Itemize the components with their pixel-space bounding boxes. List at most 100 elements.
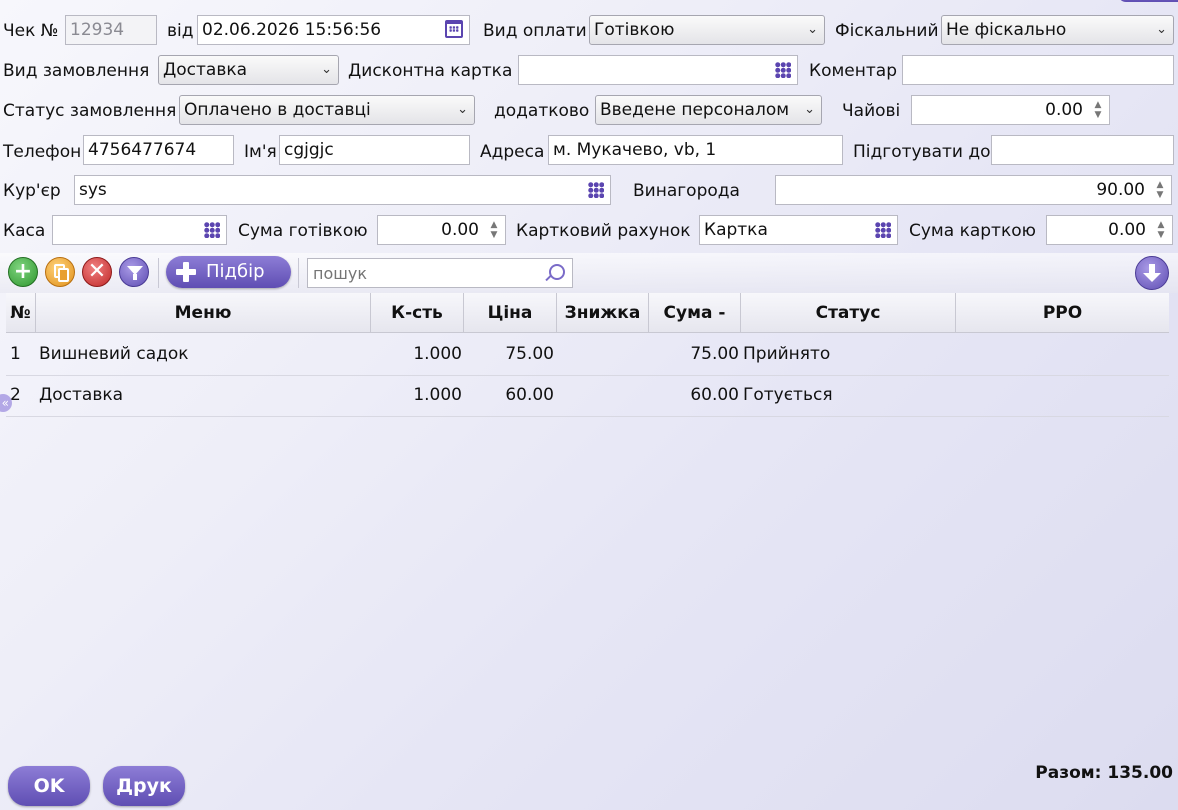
spinner-icon[interactable]: ▲ ▼ xyxy=(489,220,499,240)
address-label: Адреса xyxy=(480,142,545,162)
search-box[interactable] xyxy=(307,258,573,288)
add-icon[interactable]: + xyxy=(8,257,38,287)
grid-picker-icon[interactable] xyxy=(875,222,891,238)
cash-sum-value: 0.00 xyxy=(441,220,479,240)
cashbox-field[interactable] xyxy=(52,215,227,245)
fiscal-label: Фіскальний xyxy=(835,21,939,41)
card-account-label: Картковий рахунок xyxy=(516,221,691,241)
additional-value: Введене персоналом xyxy=(600,100,790,120)
chevron-down-icon: ⌄ xyxy=(804,102,815,117)
card-account-value: Картка xyxy=(704,220,768,240)
col-header-qty[interactable]: К-сть xyxy=(371,293,464,333)
col-header-menu[interactable]: Меню xyxy=(36,293,371,333)
additional-select[interactable]: Введене персоналом ⌄ xyxy=(595,95,822,125)
cell-menu: Доставка xyxy=(39,385,124,405)
payment-type-select[interactable]: Готівкою ⌄ xyxy=(589,15,825,45)
date-label: від xyxy=(167,21,194,41)
comment-label: Коментар xyxy=(809,61,897,81)
pick-button[interactable]: Підбір xyxy=(166,256,291,288)
date-value: 02.06.2026 15:56:56 xyxy=(202,20,382,40)
corner-button[interactable] xyxy=(1118,0,1178,2)
reward-value: 90.00 xyxy=(1096,180,1145,200)
col-header-price[interactable]: Ціна xyxy=(464,293,557,333)
chevron-down-icon: ⌄ xyxy=(1156,22,1167,37)
cell-sum: 75.00 xyxy=(690,344,739,364)
chevron-down-icon: ⌄ xyxy=(807,22,818,37)
pick-icon xyxy=(176,262,196,282)
print-button[interactable]: Друк xyxy=(103,766,185,806)
fiscal-select[interactable]: Не фіскально ⌄ xyxy=(941,15,1174,45)
cell-status: Готується xyxy=(743,385,833,405)
tips-label: Чайові xyxy=(842,101,901,121)
table-row[interactable]: 1 Вишневий садок 1.000 75.00 75.00 Прийн… xyxy=(6,334,1169,376)
spinner-icon[interactable]: ▲ ▼ xyxy=(1155,180,1165,200)
cashbox-label: Каса xyxy=(3,221,46,241)
grid-picker-icon[interactable] xyxy=(588,182,604,198)
cell-price: 60.00 xyxy=(505,385,554,405)
order-type-label: Вид замовлення xyxy=(3,61,150,81)
chevron-down-icon: ⌄ xyxy=(321,62,332,77)
grid-picker-icon[interactable] xyxy=(204,222,220,238)
order-type-select[interactable]: Доставка ⌄ xyxy=(158,55,339,85)
date-field[interactable]: 02.06.2026 15:56:56 xyxy=(197,15,470,45)
phone-label: Телефон xyxy=(3,142,82,162)
col-header-status[interactable]: Статус xyxy=(741,293,956,333)
filter-icon[interactable] xyxy=(119,257,149,287)
spinner-icon[interactable]: ▲ ▼ xyxy=(1093,100,1103,120)
col-header-rro[interactable]: РРО xyxy=(956,293,1169,333)
spinner-icon[interactable]: ▲ ▼ xyxy=(1156,220,1166,240)
prepare-by-field[interactable] xyxy=(991,135,1174,165)
order-status-select[interactable]: Оплачено в доставці ⌄ xyxy=(179,95,475,125)
delete-icon[interactable]: ✕ xyxy=(82,257,112,287)
reward-label: Винагорода xyxy=(633,181,740,201)
order-status-value: Оплачено в доставці xyxy=(184,100,371,120)
comment-field[interactable] xyxy=(902,55,1174,85)
cash-sum-field[interactable]: 0.00 ▲ ▼ xyxy=(377,215,506,245)
pick-label: Підбір xyxy=(206,261,265,282)
col-header-discount[interactable]: Знижка xyxy=(557,293,649,333)
reward-field[interactable]: 90.00 ▲ ▼ xyxy=(775,175,1172,205)
download-icon[interactable] xyxy=(1135,256,1169,290)
table-row[interactable]: 2 Доставка 1.000 60.00 60.00 Готується xyxy=(6,375,1169,417)
check-no-field[interactable]: 12934 xyxy=(65,15,157,45)
col-header-no[interactable]: № xyxy=(6,293,36,333)
card-sum-field[interactable]: 0.00 ▲ ▼ xyxy=(1046,215,1173,245)
toolbar-divider xyxy=(158,258,159,288)
cash-sum-label: Сума готівкою xyxy=(238,221,368,241)
col-header-sum[interactable]: Сума - xyxy=(649,293,741,333)
search-icon[interactable] xyxy=(545,264,565,282)
cell-no: 1 xyxy=(10,344,21,364)
name-label: Ім'я xyxy=(244,142,277,162)
prepare-by-label: Підготувати до xyxy=(853,142,991,162)
tips-field[interactable]: 0.00 ▲ ▼ xyxy=(911,95,1110,125)
payment-type-value: Готівкою xyxy=(594,20,675,40)
discount-card-field[interactable] xyxy=(518,55,798,85)
order-status-label: Статус замовлення xyxy=(3,101,177,121)
courier-label: Кур'єр xyxy=(3,181,61,201)
chevron-down-icon: ⌄ xyxy=(457,102,468,117)
card-sum-label: Сума карткою xyxy=(909,221,1036,241)
order-type-value: Доставка xyxy=(163,60,248,80)
ok-button[interactable]: OK xyxy=(8,766,90,806)
phone-field[interactable]: 4756477674 xyxy=(83,135,234,165)
cell-qty: 1.000 xyxy=(413,344,462,364)
grid-picker-icon[interactable] xyxy=(775,62,791,78)
card-account-field[interactable]: Картка xyxy=(699,215,898,245)
cell-price: 75.00 xyxy=(505,344,554,364)
total-label: Разом: 135.00 xyxy=(1035,763,1173,783)
check-no-label: Чек № xyxy=(3,21,59,41)
search-input[interactable] xyxy=(308,259,554,287)
address-field[interactable]: м. Мукачево, vb, 1 xyxy=(548,135,843,165)
cell-status: Прийнято xyxy=(743,344,831,364)
calendar-icon[interactable] xyxy=(445,20,463,38)
toolbar-divider xyxy=(298,258,299,288)
additional-label: додатково xyxy=(494,101,590,121)
copy-icon[interactable] xyxy=(45,257,75,287)
name-field[interactable]: cgjgjc xyxy=(279,135,470,165)
cell-menu: Вишневий садок xyxy=(39,344,189,364)
card-sum-value: 0.00 xyxy=(1108,220,1146,240)
courier-field[interactable]: sys xyxy=(74,175,611,205)
tips-value: 0.00 xyxy=(1045,100,1083,120)
cell-sum: 60.00 xyxy=(690,385,739,405)
courier-value: sys xyxy=(79,180,107,200)
